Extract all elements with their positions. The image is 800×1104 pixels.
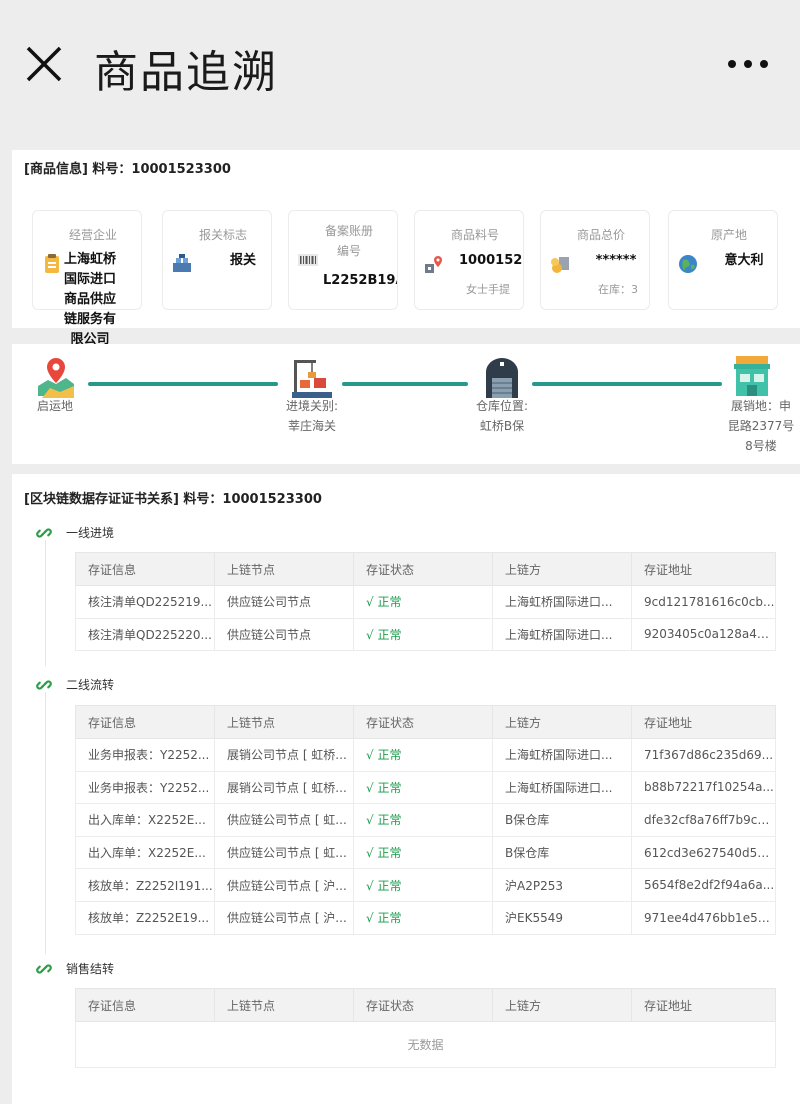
info-tile-record-book: 备案账册 编号 L2252B19A00 [288,210,398,310]
record-book-value: L2252B19A00 [323,273,397,288]
status-badge: √ 正常 [353,617,493,652]
page-title: 商品追溯 [94,47,278,98]
route-card: 启运地 进境关别: 莘庄海关 仓库位置: 虹桥B保 展销地：申 昆路2377号 … [12,344,800,464]
total-price-value: ****** [595,253,637,268]
status-badge: √ 正常 [353,868,493,902]
table-first-line: 存证信息 上链节点 存证状态 上链方 存证地址 核注清单QD225219... … [75,552,776,652]
route-line-1 [88,382,278,386]
close-button[interactable] [20,40,68,88]
blockchain-heading: [区块链数据存证证书关系] 料号：10001523300 [24,492,322,507]
table-header-row: 存证信息 上链节点 存证状态 上链方 存证地址 [75,988,776,1022]
info-tile-customs: 报关标志 报关 [162,210,272,310]
table-row[interactable]: 核注清单QD225219... 供应链公司节点 √ 正常 上海虹桥国际进口...… [75,585,776,619]
blockchain-card: [区块链数据存证证书关系] 料号：10001523300 一线进境 存证信息 上… [12,474,800,1104]
col-header-status: 存证状态 [353,705,493,739]
col-header-node: 上链节点 [214,705,354,739]
table-sales: 存证信息 上链节点 存证状态 上链方 存证地址 无数据 [75,988,776,1068]
status-badge: √ 正常 [353,900,493,935]
map-pin-icon [34,356,78,400]
route-node-origin: 启运地 [36,399,73,413]
timeline-line [45,692,46,954]
company-value: 上海虹桥 国际进口 商品供应 链服务有 限公司 [63,252,116,347]
total-price-sub: 在库：3 [598,283,638,296]
table-row[interactable]: 业务申报表：Y2252... 展销公司节点 [ 虹桥... √ 正常 上海虹桥国… [75,738,776,772]
tile-label: 原产地 [710,228,747,242]
col-header-party: 上链方 [492,988,632,1022]
customs-value: 报关 [229,253,256,268]
table-second-line: 存证信息 上链节点 存证状态 上链方 存证地址 业务申报表：Y2252... 展… [75,705,776,935]
table-row[interactable]: 核放单：Z2252I191... 供应链公司节点 [ 沪... √ 正常 沪A2… [75,868,776,902]
origin-value: 意大利 [724,253,764,268]
col-header-info: 存证信息 [75,552,215,586]
col-header-info: 存证信息 [75,988,215,1022]
product-info-heading: [商品信息] 料号：10001523300 [24,162,231,177]
col-header-node: 上链节点 [214,552,354,586]
customs-icon [171,253,193,275]
status-badge: √ 正常 [353,770,493,805]
table-header-row: 存证信息 上链节点 存证状态 上链方 存证地址 [75,705,776,739]
col-header-address: 存证地址 [631,705,776,739]
tile-label: 商品总价 [576,228,625,242]
mall-icon [730,354,774,398]
col-header-address: 存证地址 [631,552,776,586]
route-line-3 [532,382,722,386]
empty-row: 无数据 [75,1021,776,1068]
link-icon [36,677,52,693]
col-header-info: 存证信息 [75,705,215,739]
barcode-icon [297,249,319,271]
route-line-2 [342,382,468,386]
table-header-row: 存证信息 上链节点 存证状态 上链方 存证地址 [75,552,776,586]
route-node-warehouse: 仓库位置: 虹桥B保 [475,399,529,433]
route-node-showroom: 展销地：申 昆路2377号 8号楼 [727,399,795,453]
info-tile-material-no: 商品料号 10001523300 女士手提 [414,210,524,310]
link-icon [36,961,52,977]
table-row[interactable]: 核放单：Z2252E19... 供应链公司节点 [ 沪... √ 正常 沪EK5… [75,900,776,935]
status-badge: √ 正常 [353,738,493,772]
col-header-address: 存证地址 [631,988,776,1022]
tile-label: 经营企业 [68,228,117,242]
location-pin-icon [423,253,445,275]
more-button[interactable] [722,52,778,76]
status-badge: √ 正常 [353,803,493,837]
globe-icon [677,253,699,275]
info-tile-origin: 原产地 意大利 [668,210,778,310]
empty-state-text: 无数据 [75,1021,776,1068]
material-no-sub: 女士手提 [466,283,510,296]
tile-label: 商品料号 [450,228,499,242]
section-title-sales: 销售结转 [36,960,114,977]
tile-label: 报关标志 [198,228,247,242]
close-icon [26,46,62,82]
col-header-status: 存证状态 [353,552,493,586]
port-crane-icon [290,356,334,400]
col-header-party: 上链方 [492,552,632,586]
product-info-card: [商品信息] 料号：10001523300 经营企业 上海虹桥 国际进口 商品供… [12,150,800,347]
col-header-node: 上链节点 [214,988,354,1022]
table-row[interactable]: 出入库单：X2252E... 供应链公司节点 [ 虹... √ 正常 B保仓库 … [75,835,776,870]
col-header-status: 存证状态 [353,988,493,1022]
tile-label: 备案账册 编号 [324,224,373,258]
link-icon [36,525,52,541]
status-badge: √ 正常 [353,585,493,619]
material-no-value: 10001523300 [459,253,523,268]
col-header-party: 上链方 [492,705,632,739]
section-title-first-line: 一线进境 [36,524,114,541]
coins-icon [549,253,571,275]
more-dots-icon [728,60,768,68]
top-bar: 商品追溯 [0,0,800,130]
table-row[interactable]: 业务申报表：Y2252... 展销公司节点 [ 虹桥... √ 正常 上海虹桥国… [75,770,776,805]
timeline-line [45,540,46,666]
info-tile-total-price: 商品总价 ****** 在库：3 [540,210,650,310]
route-node-customs: 进境关别: 莘庄海关 [285,399,339,433]
table-row[interactable]: 核注清单QD225220... 供应链公司节点 √ 正常 上海虹桥国际进口...… [75,617,776,652]
section-title-second-line: 二线流转 [36,676,114,693]
warehouse-icon [480,356,524,400]
status-badge: √ 正常 [353,835,493,870]
table-row[interactable]: 出入库单：X2252E... 供应链公司节点 [ 虹... √ 正常 B保仓库 … [75,803,776,837]
